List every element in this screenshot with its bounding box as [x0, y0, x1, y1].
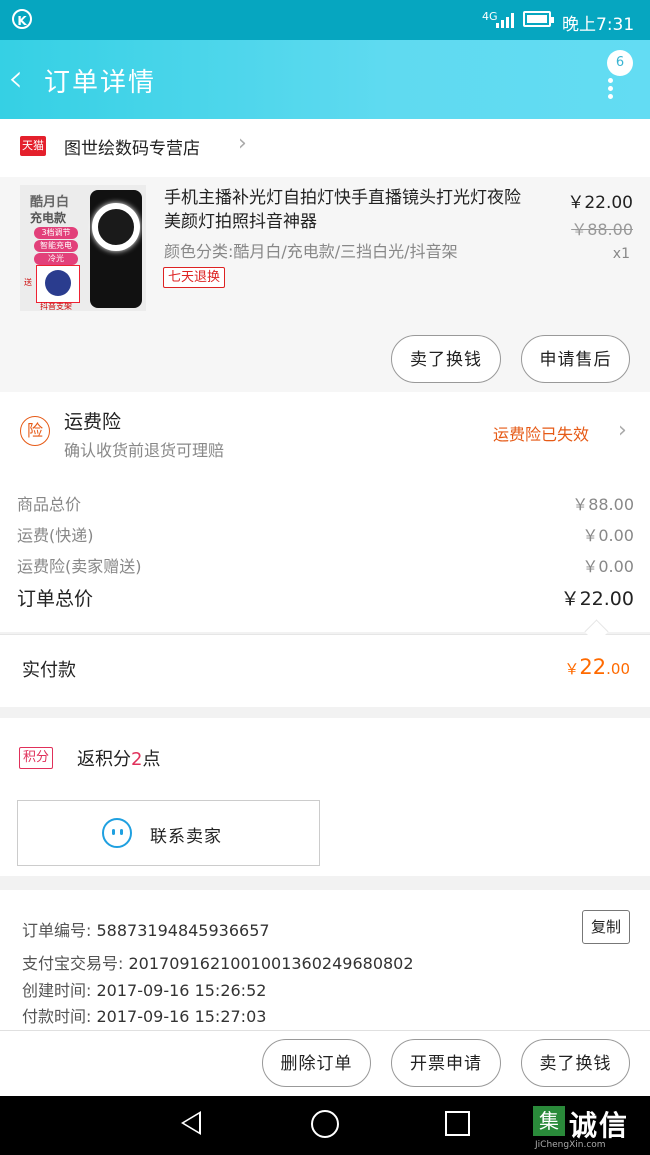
- summary-label: 运费险(卖家赠送): [17, 557, 142, 576]
- points-prefix: 返积分: [77, 749, 131, 770]
- status-bar: K 4G 晚上7:31: [0, 0, 650, 40]
- delete-order-button[interactable]: 删除订单: [262, 1039, 371, 1087]
- back-icon[interactable]: ‹: [8, 59, 48, 100]
- summary-value: ￥88.00: [572, 495, 634, 514]
- apply-aftersale-button[interactable]: 申请售后: [521, 335, 630, 383]
- paid-decimal: .00: [606, 660, 630, 678]
- paid-amount-row: [0, 634, 650, 707]
- summary-label: 商品总价: [17, 495, 82, 514]
- order-total-value: ￥22.00: [560, 588, 634, 610]
- points-text: 返积分2点: [77, 745, 160, 771]
- tmall-logo: 天猫: [20, 136, 46, 156]
- summary-label: 运费(快递): [17, 526, 94, 545]
- app-header: ‹ 订单详情 6: [0, 40, 650, 119]
- points-badge: 积分: [19, 747, 54, 769]
- info-label: 创建时间:: [22, 981, 92, 1000]
- home-nav-icon[interactable]: [311, 1110, 339, 1138]
- signal-icon: [496, 12, 516, 28]
- contact-seller-button[interactable]: 联系卖家: [17, 800, 320, 866]
- seven-day-return-tag: 七天退换: [163, 267, 226, 288]
- paid-currency: ￥: [564, 660, 580, 678]
- paid-label: 实付款: [22, 660, 76, 681]
- thumb-text-line2: 充电款: [30, 211, 67, 225]
- thumb-badge-image: [36, 265, 80, 303]
- product-title[interactable]: 手机主播补光灯自拍灯快手直播镜头打光灯夜险美颜灯拍照抖音神器: [164, 186, 524, 234]
- insurance-status[interactable]: 运费险已失效: [493, 421, 589, 445]
- message-count-badge[interactable]: 6: [607, 50, 633, 76]
- insurance-icon: 险: [20, 416, 50, 446]
- product-price: ￥22.00: [567, 193, 633, 213]
- shop-name[interactable]: 图世绘数码专营店: [64, 134, 200, 159]
- contact-seller-label: 联系卖家: [150, 827, 222, 847]
- app-k-icon: K: [12, 9, 32, 29]
- page-title: 订单详情: [44, 68, 157, 98]
- watermark-url: JiChengXin.com: [535, 1140, 606, 1150]
- ring-light-image: [92, 203, 140, 251]
- points-suffix: 点: [142, 749, 161, 770]
- order-number: 58873194845936657: [96, 921, 270, 940]
- copy-button[interactable]: 复制: [582, 910, 630, 944]
- product-spec: 颜色分类:酷月白/充电款/三挡白光/抖音架: [164, 242, 458, 261]
- points-number: 2: [131, 749, 143, 770]
- recents-nav-icon[interactable]: [445, 1111, 470, 1136]
- thumb-stand-text: 抖音支架: [40, 302, 72, 311]
- summary-value: ￥0.00: [582, 526, 634, 545]
- watermark-text: 诚信: [569, 1109, 630, 1142]
- chevron-right-icon[interactable]: ›: [238, 131, 247, 156]
- thumb-pill: 智能充电: [34, 240, 78, 252]
- paid-time-row: 付款时间: 2017-09-16 15:27:03: [22, 1003, 266, 1027]
- thumb-pill: 冷光: [34, 253, 78, 265]
- paid-amount: ￥22.00: [564, 655, 630, 679]
- insurance-subtitle: 确认收货前退货可理赔: [64, 441, 225, 460]
- thumb-send-text: 送: [24, 278, 32, 287]
- info-label: 订单编号:: [22, 921, 92, 940]
- created-time: 2017-09-16 15:26:52: [96, 981, 267, 1000]
- sell-for-cash-button[interactable]: 卖了换钱: [521, 1039, 630, 1087]
- product-thumbnail[interactable]: 酷月白 充电款 3档调节 智能充电 冷光 送 抖音支架: [20, 185, 146, 311]
- alipay-number-row: 支付宝交易号: 2017091621001001360249680802: [22, 950, 414, 974]
- insurance-title: 运费险: [64, 411, 122, 433]
- sell-for-cash-button[interactable]: 卖了换钱: [391, 335, 501, 383]
- price-summary: [0, 472, 650, 632]
- order-total-label: 订单总价: [17, 588, 94, 610]
- created-time-row: 创建时间: 2017-09-16 15:26:52: [22, 977, 266, 1001]
- product-quantity: x1: [612, 246, 630, 262]
- more-menu-icon[interactable]: [606, 76, 614, 102]
- info-label: 支付宝交易号:: [22, 954, 124, 973]
- chevron-right-icon[interactable]: ›: [618, 418, 627, 443]
- product-original-price: ￥88.00: [571, 220, 633, 239]
- invoice-apply-button[interactable]: 开票申请: [391, 1039, 501, 1087]
- thumb-text-line1: 酷月白: [30, 195, 70, 210]
- paid-integer: 22: [579, 655, 607, 679]
- chat-smile-icon: [102, 818, 132, 848]
- paid-time: 2017-09-16 15:27:03: [96, 1007, 267, 1026]
- summary-value: ￥0.00: [582, 557, 634, 576]
- watermark: 集 诚信 JiChengXin.com: [531, 1104, 650, 1152]
- watermark-logo: 集: [533, 1106, 565, 1136]
- clock: 晚上7:31: [562, 15, 635, 35]
- alipay-number: 2017091621001001360249680802: [128, 954, 414, 973]
- thumb-pill: 3档调节: [34, 227, 78, 239]
- back-nav-icon[interactable]: [181, 1111, 201, 1135]
- info-label: 付款时间:: [22, 1007, 92, 1026]
- order-number-row: 订单编号: 58873194845936657: [22, 917, 270, 941]
- battery-icon: [523, 11, 554, 27]
